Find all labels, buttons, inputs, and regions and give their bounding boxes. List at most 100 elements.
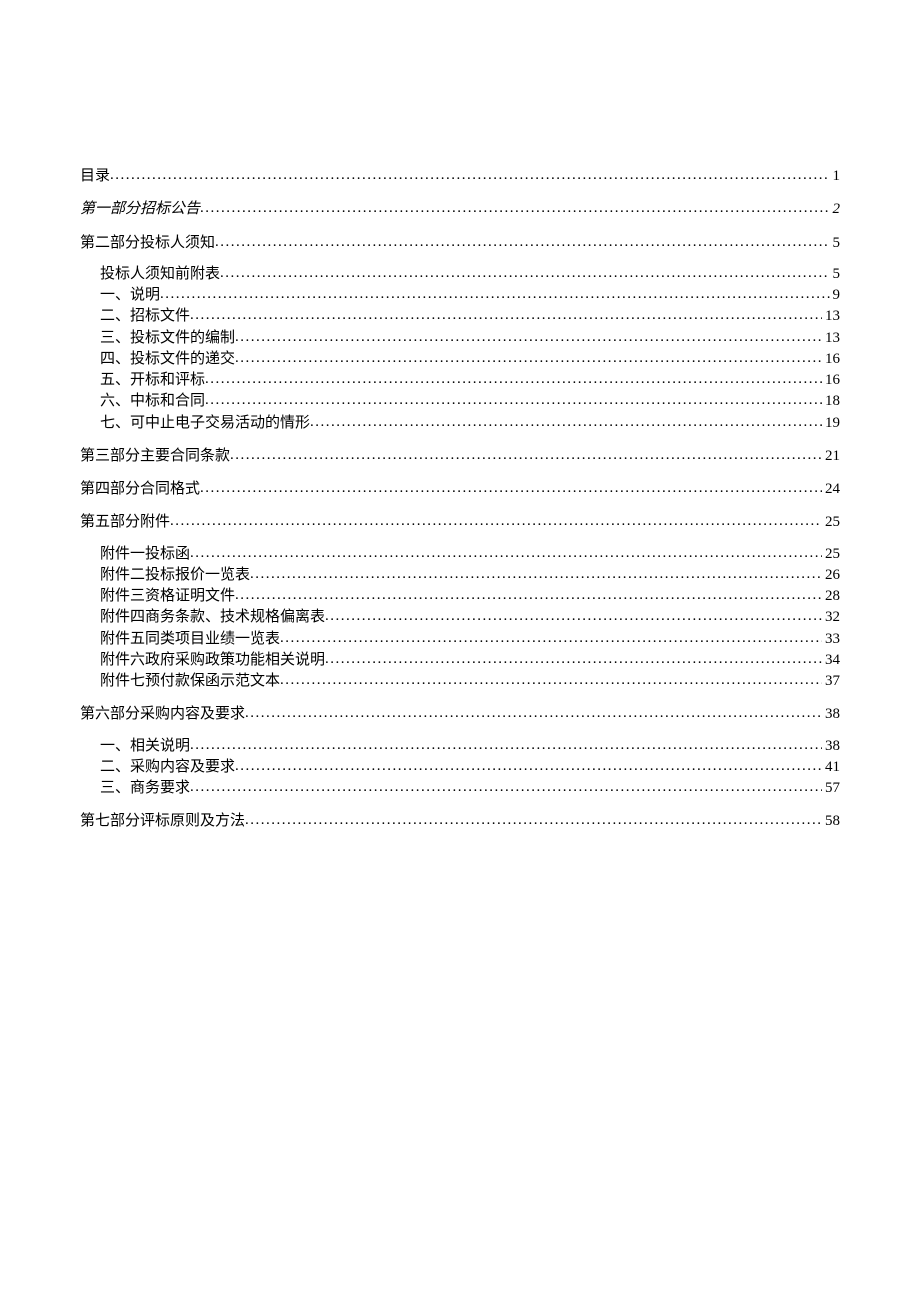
toc-leader-dots <box>200 478 822 493</box>
toc-entry: 第七部分评标原则及方法 58 <box>80 810 840 831</box>
toc-page-number: 24 <box>822 479 840 499</box>
toc-page-number: 5 <box>830 264 841 284</box>
toc-entry: 附件四商务条款、技术规格偏离表32 <box>100 606 840 627</box>
toc-page-number: 25 <box>822 512 840 532</box>
toc-leader-dots <box>230 445 822 460</box>
toc-leader-dots <box>280 628 822 643</box>
toc-leader-dots <box>190 777 822 792</box>
toc-page-number: 5 <box>830 233 841 253</box>
toc-entry: 七、可中止电子交易活动的情形 19 <box>100 412 840 433</box>
toc-title: 二、招标文件 <box>100 306 190 326</box>
toc-page-number: 41 <box>822 757 840 777</box>
toc-leader-dots <box>245 810 822 825</box>
toc-title: 附件三资格证明文件 <box>100 586 235 606</box>
toc-entry: 一、相关说明38 <box>100 735 840 756</box>
toc-entry: 第五部分附件 25 <box>80 511 840 532</box>
toc-leader-dots <box>250 564 822 579</box>
toc-title: 第四部分合同格式 <box>80 479 200 499</box>
toc-title: 第二部分投标人须知 <box>80 233 215 253</box>
toc-leader-dots <box>110 165 829 180</box>
toc-entry: 一、说明 9 <box>100 284 840 305</box>
toc-title: 第三部分主要合同条款 <box>80 446 230 466</box>
table-of-contents: 目录1第一部分招标公告2第二部分投标人须知5投标人须知前附表5一、说明9二、招标… <box>80 165 840 832</box>
toc-entry: 第二部分投标人须知 5 <box>80 232 840 253</box>
toc-page-number: 1 <box>830 166 841 186</box>
toc-title: 三、商务要求 <box>100 778 190 798</box>
toc-leader-dots <box>280 670 822 685</box>
toc-page-number: 18 <box>822 391 840 411</box>
toc-leader-dots <box>235 327 822 342</box>
toc-leader-dots <box>325 649 822 664</box>
toc-entry: 四、投标文件的递交 16 <box>100 348 840 369</box>
toc-leader-dots <box>190 543 822 558</box>
toc-title: 第五部分附件 <box>80 512 170 532</box>
toc-entry: 投标人须知前附表 5 <box>100 263 840 284</box>
toc-leader-dots <box>325 606 822 621</box>
toc-leader-dots <box>235 585 822 600</box>
toc-leader-dots <box>220 263 829 278</box>
toc-page-number: 16 <box>822 349 840 369</box>
toc-title: 目录 <box>80 166 110 186</box>
toc-entry: 目录 1 <box>80 165 840 186</box>
toc-entry: 二、采购内容及要求 41 <box>100 756 840 777</box>
toc-leader-dots <box>190 305 822 320</box>
toc-leader-dots <box>170 511 822 526</box>
toc-page-number: 19 <box>822 413 840 433</box>
toc-title: 附件五同类项目业绩一览表 <box>100 629 280 649</box>
toc-title: 附件六政府采购政策功能相关说明 <box>100 650 325 670</box>
toc-leader-dots <box>245 703 822 718</box>
toc-leader-dots <box>160 284 829 299</box>
toc-page-number: 58 <box>822 811 840 831</box>
toc-entry: 附件六政府采购政策功能相关说明 34 <box>100 649 840 670</box>
toc-leader-dots <box>235 348 822 363</box>
toc-entry: 第六部分采购内容及要求 38 <box>80 703 840 724</box>
toc-title: 三、投标文件的编制 <box>100 328 235 348</box>
toc-entry: 六、中标和合同 18 <box>100 390 840 411</box>
toc-page-number: 28 <box>822 586 840 606</box>
toc-title: 一、说明 <box>100 285 160 305</box>
toc-page-number: 25 <box>822 544 840 564</box>
toc-entry: 附件二投标报价一览表 26 <box>100 564 840 585</box>
toc-entry: 附件一投标函 25 <box>100 543 840 564</box>
toc-entry: 附件七预付款保函示范文本 37 <box>100 670 840 691</box>
toc-page-number: 57 <box>822 778 840 798</box>
toc-title: 二、采购内容及要求 <box>100 757 235 777</box>
toc-page-number: 16 <box>822 370 840 390</box>
toc-title: 第一部分招标公告 <box>80 199 200 219</box>
toc-leader-dots <box>310 412 822 427</box>
toc-page-number: 38 <box>822 736 840 756</box>
toc-page-number: 26 <box>822 565 840 585</box>
toc-title: 附件二投标报价一览表 <box>100 565 250 585</box>
toc-leader-dots <box>200 198 829 213</box>
toc-title: 附件一投标函 <box>100 544 190 564</box>
toc-leader-dots <box>205 369 822 384</box>
toc-entry: 附件三资格证明文件 28 <box>100 585 840 606</box>
toc-page-number: 21 <box>822 446 840 466</box>
toc-entry: 第一部分招标公告 2 <box>80 198 840 219</box>
toc-page-number: 34 <box>822 650 840 670</box>
toc-title: 第七部分评标原则及方法 <box>80 811 245 831</box>
toc-entry: 第三部分主要合同条款 21 <box>80 445 840 466</box>
toc-leader-dots <box>215 232 829 247</box>
toc-title: 四、投标文件的递交 <box>100 349 235 369</box>
toc-page-number: 2 <box>830 199 841 219</box>
toc-title: 七、可中止电子交易活动的情形 <box>100 413 310 433</box>
toc-entry: 五、开标和评标16 <box>100 369 840 390</box>
toc-title: 投标人须知前附表 <box>100 264 220 284</box>
toc-page-number: 13 <box>822 306 840 326</box>
toc-title: 附件七预付款保函示范文本 <box>100 671 280 691</box>
toc-page-number: 13 <box>822 328 840 348</box>
toc-page-number: 9 <box>830 285 841 305</box>
toc-entry: 附件五同类项目业绩一览表 33 <box>100 628 840 649</box>
toc-page-number: 37 <box>822 671 840 691</box>
toc-entry: 二、招标文件 13 <box>100 305 840 326</box>
toc-leader-dots <box>190 735 822 750</box>
toc-leader-dots <box>235 756 822 771</box>
toc-title: 六、中标和合同 <box>100 391 205 411</box>
toc-page-number: 38 <box>822 704 840 724</box>
toc-page-number: 33 <box>822 629 840 649</box>
toc-title: 附件四商务条款、技术规格偏离表 <box>100 607 325 627</box>
toc-title: 第六部分采购内容及要求 <box>80 704 245 724</box>
toc-entry: 三、投标文件的编制 13 <box>100 327 840 348</box>
toc-entry: 三、商务要求 57 <box>100 777 840 798</box>
